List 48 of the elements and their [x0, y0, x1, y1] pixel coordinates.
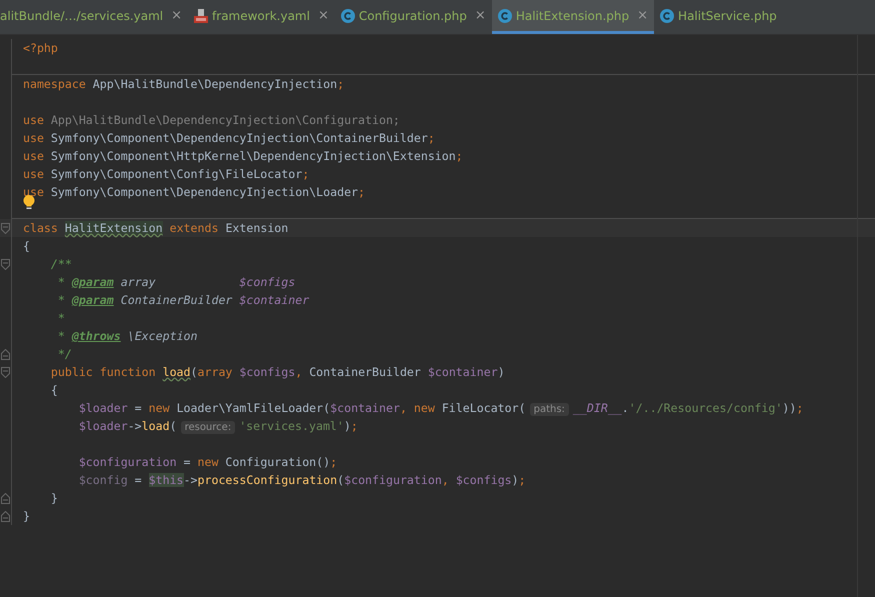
yaml-file-icon [194, 8, 208, 22]
code-line: use Symfony\Component\DependencyInjection\ContainerBuilder; [22, 131, 435, 145]
tab-label: framework.yaml [212, 8, 310, 22]
fold-icon[interactable] [1, 492, 10, 504]
close-icon[interactable]: × [318, 8, 329, 23]
code-line: <?php [22, 41, 58, 55]
fold-icon[interactable] [1, 258, 10, 270]
editor-tab[interactable]: HalitExtension.php × [492, 0, 654, 34]
code-line: use Symfony\Component\HttpKernel\DependencyInjection\Extension; [22, 149, 463, 163]
class-icon [498, 8, 512, 22]
fold-icon[interactable] [1, 510, 10, 522]
class-icon [660, 8, 674, 22]
code-line: { [22, 239, 30, 253]
close-icon[interactable]: × [474, 8, 486, 23]
code-line: */ [56, 347, 72, 361]
code-line: use App\HalitBundle\DependencyInjection\Configuration; [22, 113, 400, 127]
code-line: use Symfony\Component\DependencyInjection\Loader; [22, 185, 366, 199]
editor-tab[interactable]: framework.yaml × [188, 0, 335, 34]
tab-label: HalitExtension.php [516, 8, 630, 22]
class-icon [340, 8, 355, 22]
code-line: use Symfony\Component\Config\FileLocator; [22, 167, 310, 181]
fold-icon[interactable] [1, 222, 10, 234]
code-line: { [50, 383, 58, 397]
tab-label: HalitService.php [678, 8, 777, 22]
editor-tab[interactable]: Configuration.php × [334, 0, 492, 34]
code-line: $configuration = new Configuration(); [78, 455, 338, 469]
tab-label: Configuration.php [358, 8, 467, 22]
code-line: } [50, 491, 58, 505]
code-line: /** [50, 257, 72, 271]
tab-label: alitBundle/…/services.yaml [0, 8, 164, 22]
editor-tab[interactable]: HalitService.php [654, 0, 783, 34]
close-icon[interactable]: × [637, 8, 648, 23]
code-line: $loader = new Loader\YamlFileLoader($container, new FileLocator( paths: __DIR__.'/../Resources/config')); [78, 401, 804, 415]
code-line: class HalitExtension extends Extension [22, 221, 288, 235]
code-line: } [22, 509, 30, 523]
code-line: * @param ContainerBuilder $container [56, 293, 310, 307]
code-line: namespace App\HalitBundle\DependencyInjection; [22, 77, 344, 91]
code-line: * @throws \Exception [56, 329, 198, 343]
fold-icon[interactable] [1, 366, 10, 378]
fold-icon[interactable] [1, 348, 10, 360]
code-line: * @param array $configs [56, 275, 296, 289]
code-line: public function load(array $configs, ContainerBuilder $container) [50, 365, 505, 379]
lightbulb-icon[interactable] [23, 195, 35, 210]
code-line: * [56, 311, 65, 325]
close-icon[interactable]: × [171, 8, 182, 23]
code-line: $loader->load( resource: 'services.yaml'); [78, 419, 358, 433]
editor-tab[interactable]: alitBundle/…/services.yaml × [0, 0, 188, 34]
code-line: $config = $this->processConfiguration($configuration, $configs); [78, 473, 526, 487]
